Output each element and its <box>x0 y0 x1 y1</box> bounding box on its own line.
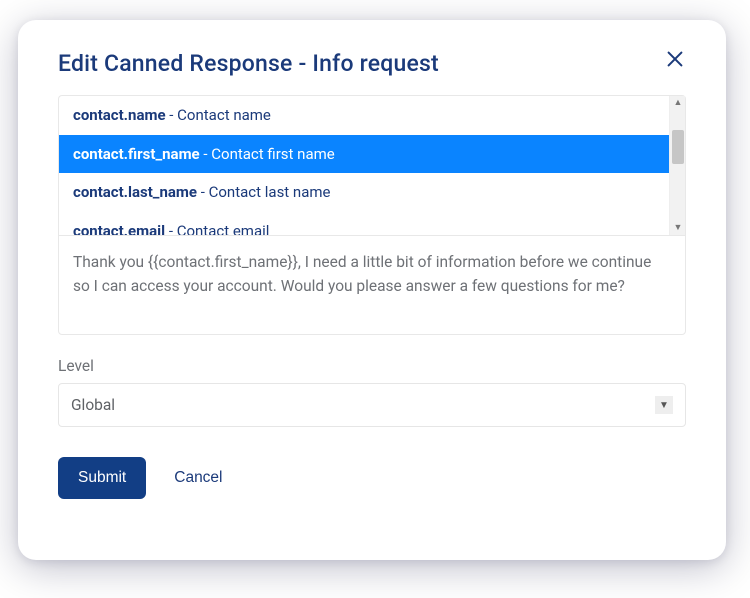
level-label: Level <box>58 357 686 375</box>
scrollbar-thumb[interactable] <box>672 130 684 164</box>
scroll-down-icon[interactable]: ▼ <box>670 221 686 235</box>
variable-item[interactable]: contact.name - Contact name <box>59 96 669 135</box>
level-select[interactable]: Global ▼ <box>58 383 686 427</box>
modal-title: Edit Canned Response - Info request <box>58 50 439 77</box>
variable-item[interactable]: contact.last_name - Contact last name <box>59 173 669 212</box>
modal-header: Edit Canned Response - Info request <box>58 50 686 77</box>
variable-item[interactable]: contact.email - Contact email <box>59 212 669 236</box>
scroll-up-icon[interactable]: ▲ <box>670 96 686 110</box>
variable-picker: contact.name - Contact name contact.firs… <box>58 95 686 235</box>
variable-desc: - Contact email <box>165 222 269 236</box>
variable-list: contact.name - Contact name contact.firs… <box>59 96 669 235</box>
chevron-down-icon: ▼ <box>655 396 673 414</box>
scrollbar[interactable]: ▲ ▼ <box>669 96 685 235</box>
cancel-button[interactable]: Cancel <box>170 461 226 495</box>
variable-name: contact.first_name <box>73 145 200 163</box>
modal-actions: Submit Cancel <box>58 457 686 499</box>
submit-button[interactable]: Submit <box>58 457 146 499</box>
variable-desc: - Contact name <box>166 106 271 124</box>
message-textarea[interactable]: Thank you {{contact.first_name}}, I need… <box>58 235 686 335</box>
close-icon[interactable] <box>664 48 686 70</box>
variable-name: contact.email <box>73 222 165 236</box>
variable-item[interactable]: contact.first_name - Contact first name <box>59 135 669 174</box>
variable-name: contact.last_name <box>73 183 197 201</box>
variable-desc: - Contact last name <box>197 183 330 201</box>
variable-desc: - Contact first name <box>200 145 335 163</box>
level-select-value: Global <box>71 396 115 414</box>
edit-canned-response-modal: Edit Canned Response - Info request cont… <box>18 20 726 560</box>
variable-name: contact.name <box>73 106 166 124</box>
